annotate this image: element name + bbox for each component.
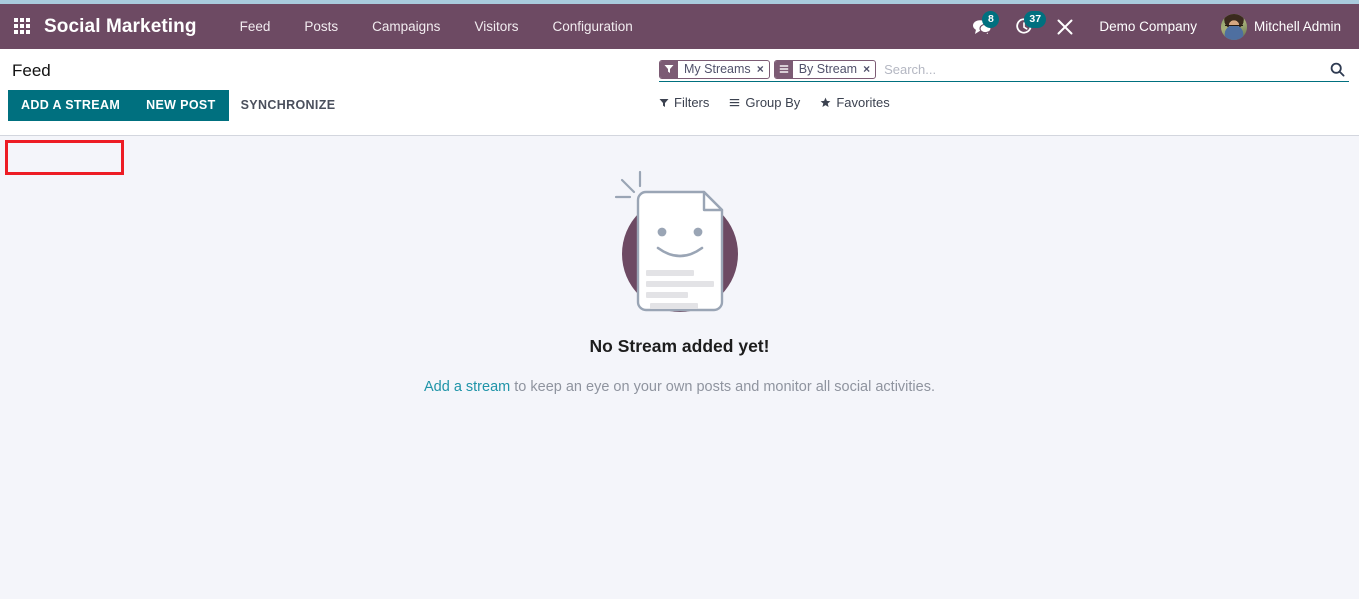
empty-state-title: No Stream added yet! <box>589 336 770 356</box>
user-menu[interactable]: Mitchell Admin <box>1211 13 1345 40</box>
messages-button[interactable]: 8 <box>961 4 1003 49</box>
new-post-button[interactable]: NEW POST <box>133 90 229 121</box>
smiling-document-icon <box>614 170 738 312</box>
favorites-label: Favorites <box>836 95 890 110</box>
synchronize-button[interactable]: SYNCHRONIZE <box>229 90 349 120</box>
app-brand-title[interactable]: Social Marketing <box>44 16 197 38</box>
messages-count-badge: 8 <box>982 11 1000 28</box>
search-icon[interactable] <box>1322 62 1349 77</box>
app-root: Social Marketing Feed Posts Campaigns Vi… <box>0 0 1359 599</box>
user-name-label: Mitchell Admin <box>1253 19 1341 34</box>
empty-state: No Stream added yet! Add a stream to kee… <box>360 162 1000 397</box>
filter-icon <box>659 98 669 107</box>
favorites-dropdown[interactable]: Favorites <box>820 95 890 110</box>
empty-state-description: Add a stream to keep an eye on your own … <box>424 377 935 397</box>
breadcrumb[interactable]: Feed <box>0 49 348 81</box>
filters-dropdown[interactable]: Filters <box>659 95 709 110</box>
search-facet-label: My Streams <box>684 62 751 76</box>
nav-item-campaigns[interactable]: Campaigns <box>355 4 457 49</box>
top-navbar: Social Marketing Feed Posts Campaigns Vi… <box>0 4 1359 49</box>
star-icon <box>820 97 831 107</box>
group-by-label: Group By <box>745 95 801 110</box>
add-a-stream-link[interactable]: Add a stream <box>424 379 510 395</box>
search-input[interactable] <box>880 59 1322 79</box>
control-panel-left: Feed ADD A STREAM NEW POST SYNCHRONIZE <box>0 49 348 121</box>
company-switcher[interactable]: Demo Company <box>1085 19 1211 34</box>
filters-label: Filters <box>674 95 710 110</box>
debug-tools-button[interactable] <box>1045 4 1085 49</box>
tools-icon <box>1057 19 1073 34</box>
search-facet-label: By Stream <box>798 62 858 76</box>
main-nav-menu: Feed Posts Campaigns Visitors Configurat… <box>223 4 650 49</box>
search-facet-by-stream[interactable]: By Stream × <box>773 59 877 79</box>
nav-item-configuration[interactable]: Configuration <box>535 4 649 49</box>
activities-button[interactable]: 37 <box>1003 4 1047 49</box>
search-facet-my-streams[interactable]: My Streams × <box>659 59 770 79</box>
nav-item-visitors[interactable]: Visitors <box>457 4 535 49</box>
activities-count-badge: 37 <box>1024 11 1047 28</box>
group-by-icon <box>774 60 793 78</box>
empty-state-description-text: to keep an eye on your own posts and mon… <box>510 379 935 395</box>
control-panel-right: My Streams × By Stream × Search... Filte… <box>659 49 1349 110</box>
add-a-stream-button[interactable]: ADD A STREAM <box>8 90 134 121</box>
navbar-system-icons: 8 37 Demo Company Mitchell Admin <box>961 4 1345 49</box>
control-panel: Feed ADD A STREAM NEW POST SYNCHRONIZE M… <box>0 49 1359 175</box>
nav-item-feed[interactable]: Feed <box>223 4 288 49</box>
search-facet-remove-icon[interactable]: × <box>757 61 769 78</box>
search-facet-remove-icon[interactable]: × <box>863 61 875 78</box>
group-by-icon <box>730 99 740 107</box>
search-dropdowns: Filters Group By Favorites <box>659 82 1349 110</box>
search-view: My Streams × By Stream × <box>659 57 1349 82</box>
action-buttons: ADD A STREAM NEW POST SYNCHRONIZE <box>0 81 349 121</box>
filter-icon <box>660 60 678 78</box>
user-avatar <box>1220 13 1247 40</box>
group-by-dropdown[interactable]: Group By <box>729 95 800 110</box>
nav-item-posts[interactable]: Posts <box>287 4 355 49</box>
apps-grid-icon[interactable] <box>14 17 32 36</box>
main-content-area: No Stream added yet! Add a stream to kee… <box>0 136 1359 599</box>
